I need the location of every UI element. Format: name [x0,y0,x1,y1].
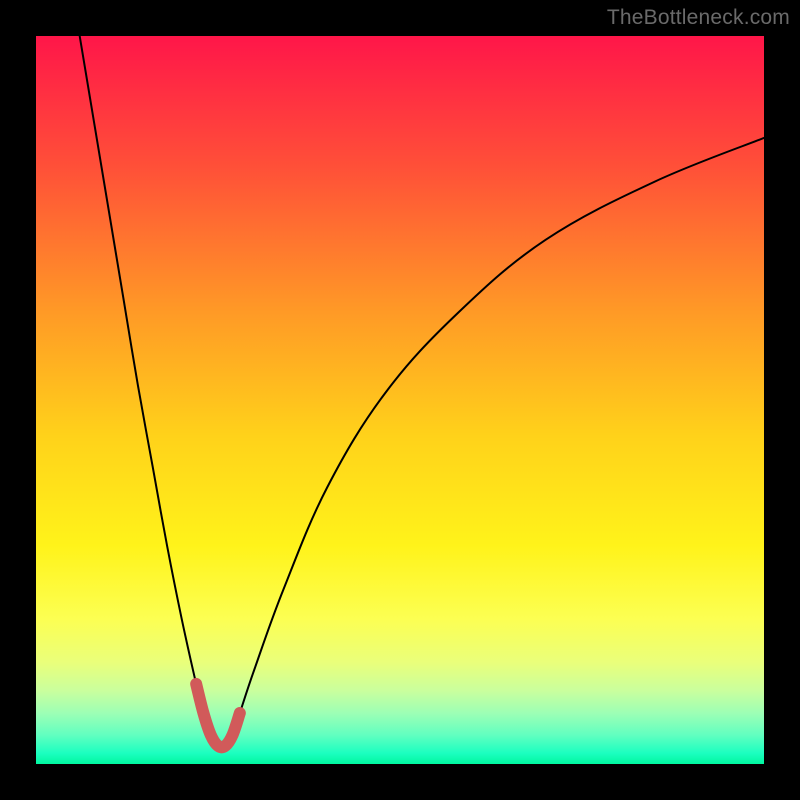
plot-area [36,36,764,764]
chart-frame: TheBottleneck.com [0,0,800,800]
highlight-minimum-path [196,684,240,747]
watermark-text: TheBottleneck.com [607,6,790,30]
bottleneck-curve-path [80,36,764,747]
curve-layer [36,36,764,764]
